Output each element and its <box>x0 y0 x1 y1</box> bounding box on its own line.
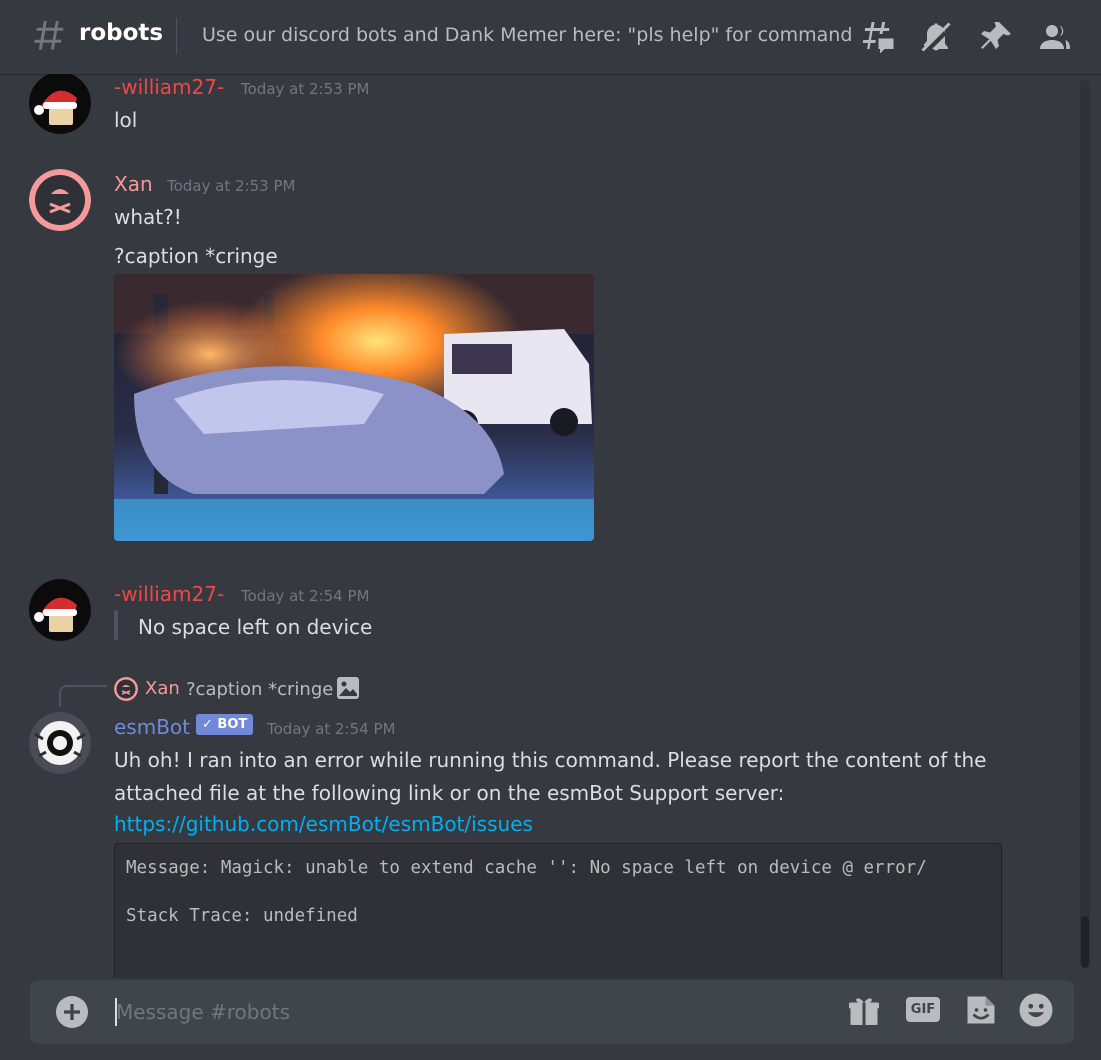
add-attachment-icon[interactable] <box>56 996 88 1028</box>
avatar[interactable] <box>29 72 91 134</box>
gif-icon[interactable]: GIF <box>905 992 941 1028</box>
scrollbar-track[interactable] <box>1080 80 1090 968</box>
avatar-esmbot-image <box>29 712 91 774</box>
reply-preview-text[interactable]: ?caption *cringe <box>186 679 333 700</box>
timestamp: Today at 2:53 PM <box>167 177 296 195</box>
code-block: Message: Magick: unable to extend cache … <box>114 843 1002 993</box>
threads-icon[interactable] <box>859 19 895 55</box>
username[interactable]: Xan <box>114 172 153 196</box>
channel-name: robots <box>79 20 164 46</box>
emoji-icon[interactable] <box>1018 992 1054 1028</box>
sticker-icon[interactable] <box>963 992 999 1028</box>
image-icon <box>337 677 359 699</box>
message-text: lol <box>114 108 138 132</box>
mute-bell-icon[interactable] <box>918 19 954 55</box>
code-line: Stack Trace: undefined <box>126 906 358 926</box>
message-text: Uh oh! I ran into an error while running… <box>114 748 987 772</box>
avatar-santa-image <box>29 579 91 641</box>
channel-topic[interactable]: Use our discord bots and Dank Memer here… <box>202 24 852 46</box>
username[interactable]: -william27- <box>114 75 224 99</box>
username[interactable]: -william27- <box>114 582 224 606</box>
reply-avatar[interactable] <box>114 677 138 701</box>
message-text: attached file at the following link or o… <box>114 781 785 805</box>
avatar-santa-image <box>29 72 91 134</box>
avatar[interactable] <box>29 579 91 641</box>
pin-icon[interactable] <box>978 19 1014 55</box>
scrollbar-thumb[interactable] <box>1081 916 1089 968</box>
timestamp: Today at 2:54 PM <box>241 587 370 605</box>
blockquote-bar <box>114 610 118 640</box>
avatar-xan-image <box>29 169 91 231</box>
code-line: Message: Magick: unable to extend cache … <box>126 858 927 878</box>
blockquote-text: No space left on device <box>138 615 373 639</box>
timestamp: Today at 2:53 PM <box>241 80 370 98</box>
hashtag-icon <box>34 21 64 50</box>
channel-header: robots Use our discord bots and Dank Mem… <box>0 0 1101 74</box>
header-divider <box>176 18 177 54</box>
reply-author[interactable]: Xan <box>145 678 180 699</box>
issues-link[interactable]: https://github.com/esmBot/esmBot/issues <box>114 812 533 836</box>
gif-label: GIF <box>910 1002 936 1017</box>
avatar[interactable] <box>29 712 91 774</box>
message-input[interactable] <box>116 996 816 1028</box>
message-text: ?caption *cringe <box>114 244 278 268</box>
gif-attachment[interactable] <box>114 274 594 541</box>
reply-connector <box>59 685 107 707</box>
message-text: what?! <box>114 205 182 229</box>
bot-tag: ✓ BOT <box>196 714 254 735</box>
gif-image <box>114 274 594 541</box>
gift-icon[interactable] <box>846 992 882 1028</box>
timestamp: Today at 2:54 PM <box>267 720 396 738</box>
avatar[interactable] <box>29 169 91 231</box>
members-icon[interactable] <box>1037 19 1073 55</box>
username[interactable]: esmBot <box>114 715 190 739</box>
